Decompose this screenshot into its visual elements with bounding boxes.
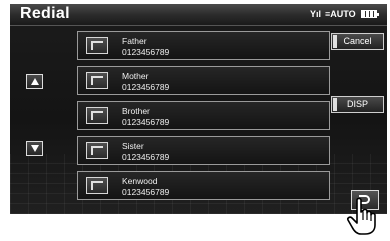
entry-number: 0123456789: [122, 187, 170, 197]
list-item-brother[interactable]: Brother 0123456789: [77, 101, 330, 130]
page-title: Redial: [20, 5, 70, 22]
entry-number: 0123456789: [122, 82, 170, 92]
entry-number: 0123456789: [122, 152, 170, 162]
cancel-label: Cancel: [343, 36, 372, 46]
button-marker: [333, 35, 337, 48]
scroll-up-button[interactable]: [26, 74, 43, 89]
hand-pointer-icon: [347, 197, 376, 235]
phone-entry-icon: [86, 142, 108, 159]
disp-button[interactable]: DISP: [331, 96, 384, 113]
entry-number: 0123456789: [122, 47, 170, 57]
button-marker: [333, 98, 337, 111]
entry-number: 0123456789: [122, 117, 170, 127]
auto-indicator: ≡AUTO: [325, 9, 356, 19]
title-bar: Redial Yıl ≡AUTO: [10, 4, 387, 26]
triangle-up-icon: [31, 78, 39, 85]
list-item-kenwood[interactable]: Kenwood 0123456789: [77, 171, 330, 200]
entry-name: Father: [122, 36, 147, 46]
phone-entry-icon: [86, 107, 108, 124]
cancel-button[interactable]: Cancel: [331, 33, 384, 50]
disp-label: DISP: [346, 99, 368, 109]
scroll-down-button[interactable]: [26, 141, 43, 156]
signal-indicator: Yıl: [310, 9, 322, 19]
entry-name: Brother: [122, 106, 150, 116]
list-item-sister[interactable]: Sister 0123456789: [77, 136, 330, 165]
redial-screen: Redial Yıl ≡AUTO Father 0123456789 Mothe…: [10, 4, 387, 214]
list-item-mother[interactable]: Mother 0123456789: [77, 66, 330, 95]
entry-name: Mother: [122, 71, 149, 81]
phone-entry-icon: [86, 37, 108, 54]
entry-name: Sister: [122, 141, 144, 151]
phone-entry-icon: [86, 72, 108, 89]
phone-entry-icon: [86, 177, 108, 194]
entry-name: Kenwood: [122, 176, 158, 186]
triangle-down-icon: [31, 145, 39, 152]
list-item-father[interactable]: Father 0123456789: [77, 31, 330, 60]
battery-icon: [361, 10, 379, 18]
